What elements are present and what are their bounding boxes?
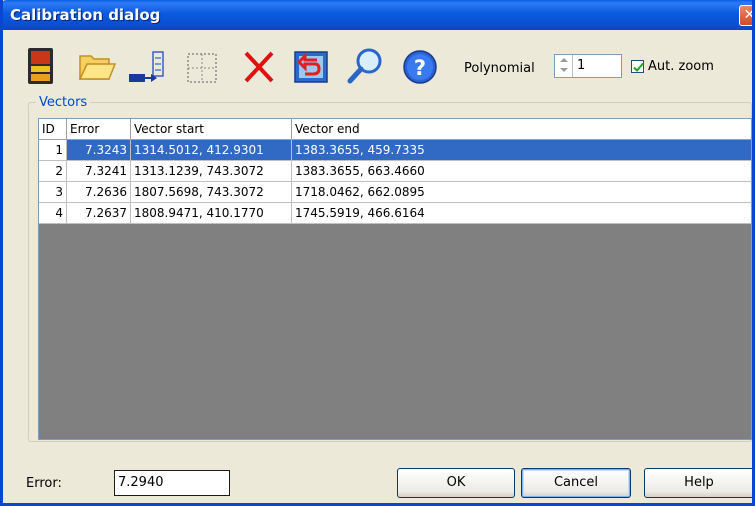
cell-error: 7.2636 (67, 182, 131, 203)
table-row[interactable]: 1 7.3243 1314.5012, 412.9301 1383.3655, … (39, 140, 751, 161)
save-button[interactable] (25, 46, 59, 86)
aut-zoom-label: Aut. zoom (648, 59, 714, 74)
col-header-error[interactable]: Error (67, 119, 131, 140)
spinner-arrows[interactable] (555, 55, 573, 77)
col-header-id[interactable]: ID (39, 119, 67, 140)
cell-error: 7.2637 (67, 203, 131, 224)
error-label: Error: (26, 476, 62, 491)
cell-id: 4 (39, 203, 67, 224)
polynomial-spinner[interactable]: 1 (554, 54, 622, 78)
title-bar[interactable]: Calibration dialog ✕ (3, 0, 755, 30)
cell-vector-start: 1808.9471, 410.1770 (131, 203, 292, 224)
col-header-vector-end[interactable]: Vector end (292, 119, 751, 140)
svg-text:?: ? (414, 56, 426, 80)
table-row[interactable]: 3 7.2636 1807.5698, 743.3072 1718.0462, … (39, 182, 751, 203)
table-header: ID Error Vector start Vector end (39, 119, 751, 140)
cell-vector-end: 1745.5919, 466.6164 (292, 203, 751, 224)
delete-button[interactable] (242, 46, 276, 86)
zoom-button[interactable] (345, 46, 382, 86)
calibration-dialog: Calibration dialog ✕ ? Polynomial 1 Aut.… (0, 0, 755, 506)
help-button[interactable]: Help (644, 468, 752, 498)
checkbox-box[interactable] (631, 60, 644, 73)
cell-vector-end: 1383.3655, 459.7335 (292, 140, 751, 161)
cell-error: 7.3241 (67, 161, 131, 182)
cell-id: 2 (39, 161, 67, 182)
cell-id: 3 (39, 182, 67, 203)
cell-vector-start: 1807.5698, 743.3072 (131, 182, 292, 203)
vectors-group-title: Vectors (36, 95, 91, 110)
help-toolbar-button[interactable]: ? (401, 46, 437, 86)
grid-points-button[interactable] (185, 46, 219, 86)
spin-up-icon[interactable] (560, 58, 568, 62)
export-button[interactable] (127, 46, 164, 86)
zoom-icon (347, 48, 382, 84)
save-icon (28, 48, 53, 84)
close-button[interactable]: ✕ (739, 5, 755, 26)
cell-vector-start: 1314.5012, 412.9301 (131, 140, 292, 161)
table-row[interactable]: 4 7.2637 1808.9471, 410.1770 1745.5919, … (39, 203, 751, 224)
checkmark-icon (633, 62, 644, 72)
open-button[interactable] (77, 46, 117, 86)
vectors-table[interactable]: ID Error Vector start Vector end 1 7.324… (38, 118, 752, 440)
cell-error: 7.3243 (67, 140, 131, 161)
col-header-vector-start[interactable]: Vector start (131, 119, 292, 140)
grid-points-icon (187, 53, 217, 83)
cancel-button[interactable]: Cancel (521, 468, 631, 498)
undo-icon (294, 51, 328, 83)
cell-vector-end: 1718.0462, 662.0895 (292, 182, 751, 203)
help-icon: ? (403, 50, 437, 84)
cell-id: 1 (39, 140, 67, 161)
polynomial-label: Polynomial (464, 61, 535, 76)
close-icon: ✕ (743, 7, 755, 23)
spin-down-icon[interactable] (560, 68, 568, 72)
window-title: Calibration dialog (10, 6, 161, 24)
open-folder-icon (78, 55, 117, 80)
export-icon (129, 51, 164, 82)
ok-button[interactable]: OK (397, 468, 515, 498)
polynomial-value: 1 (577, 58, 586, 73)
table-row[interactable]: 2 7.3241 1313.1239, 743.3072 1383.3655, … (39, 161, 751, 182)
delete-icon (244, 51, 274, 83)
undo-button[interactable] (293, 46, 328, 86)
cell-vector-end: 1383.3655, 663.4660 (292, 161, 751, 182)
cell-vector-start: 1313.1239, 743.3072 (131, 161, 292, 182)
error-field[interactable]: 7.2940 (114, 470, 230, 496)
